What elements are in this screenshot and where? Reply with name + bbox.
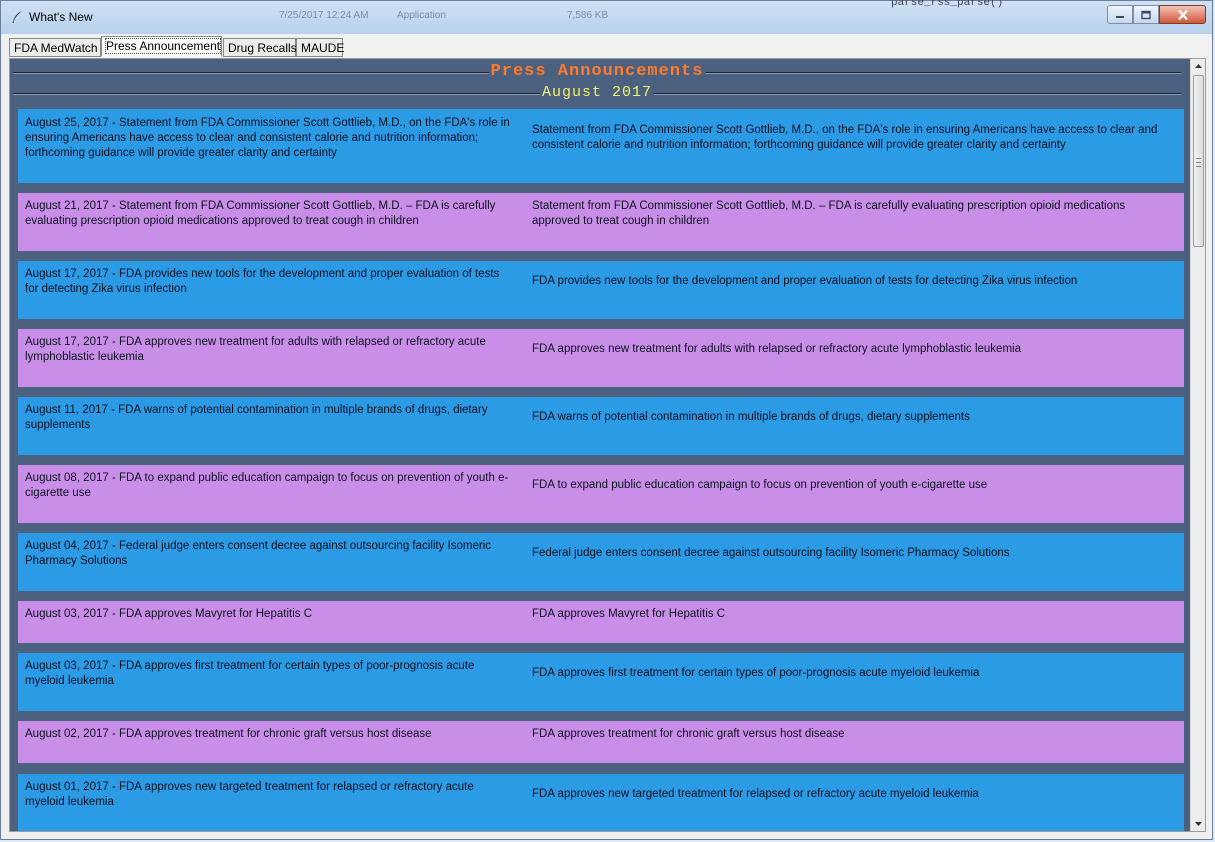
tab-maude[interactable]: MAUDE xyxy=(296,38,345,57)
arrow-up-icon[interactable] xyxy=(1191,59,1206,74)
tab-label: FDA MedWatch xyxy=(14,41,98,55)
announcement-item[interactable]: August 03, 2017 - FDA approves Mavyret f… xyxy=(18,601,1184,643)
announcement-description: FDA approves new treatment for adults wi… xyxy=(532,343,1021,355)
vertical-scrollbar[interactable] xyxy=(1190,59,1205,831)
announcement-item[interactable]: August 17, 2017 - FDA approves new treat… xyxy=(18,329,1184,387)
press-announcements-panel[interactable]: Press Announcements August 2017 August 2… xyxy=(9,58,1206,832)
tab-drug-recalls[interactable]: Drug Recalls xyxy=(223,38,297,57)
maximize-icon xyxy=(1141,10,1151,19)
announcement-date-title: August 11, 2017 - FDA warns of potential… xyxy=(25,404,488,431)
announcement-date-title: August 21, 2017 - Statement from FDA Com… xyxy=(25,200,496,227)
tab-label: Drug Recalls xyxy=(228,41,297,55)
minimize-icon xyxy=(1116,15,1124,18)
announcement-date-title: August 04, 2017 - Federal judge enters c… xyxy=(25,540,492,567)
announcement-item[interactable]: August 03, 2017 - FDA approves first tre… xyxy=(18,653,1184,711)
announcement-date-title: August 08, 2017 - FDA to expand public e… xyxy=(25,472,509,499)
announcement-description: FDA warns of potential contamination in … xyxy=(532,411,970,423)
tab-fda-medwatch[interactable]: FDA MedWatch xyxy=(9,38,101,57)
background-text: 7/25/2017 12:24 AM xyxy=(279,10,369,21)
announcement-item[interactable]: August 11, 2017 - FDA warns of potential… xyxy=(18,397,1184,455)
announcement-date-title: August 03, 2017 - FDA approves Mavyret f… xyxy=(25,608,312,620)
announcement-item[interactable]: August 25, 2017 - Statement from FDA Com… xyxy=(18,109,1184,183)
title-bar[interactable]: What's New 7/25/2017 12:24 AM Applicatio… xyxy=(1,0,1212,34)
announcement-date-title: August 17, 2017 - FDA approves new treat… xyxy=(25,336,486,363)
announcement-item[interactable]: August 02, 2017 - FDA approves treatment… xyxy=(18,721,1184,763)
quill-icon xyxy=(12,11,22,23)
announcement-date-title: August 17, 2017 - FDA provides new tools… xyxy=(25,268,500,295)
tab-label: MAUDE xyxy=(301,41,345,55)
close-button[interactable] xyxy=(1159,5,1206,24)
minimize-button[interactable] xyxy=(1107,5,1133,24)
month-label: August 2017 xyxy=(539,84,655,102)
announcement-description: FDA to expand public education campaign … xyxy=(532,479,988,491)
background-code-text: parse_rss_parse() xyxy=(891,0,1004,9)
background-text: 7,586 KB xyxy=(567,10,609,21)
announcement-description: FDA approves new targeted treatment for … xyxy=(532,788,979,800)
close-icon xyxy=(1177,9,1188,20)
month-heading: August 2017 xyxy=(10,84,1184,102)
maximize-button[interactable] xyxy=(1133,5,1159,24)
announcement-item[interactable]: August 01, 2017 - FDA approves new targe… xyxy=(18,774,1184,831)
announcement-date-title: August 25, 2017 - Statement from FDA Com… xyxy=(25,117,510,159)
tab-press-announcement[interactable]: Press Announcement xyxy=(101,36,222,57)
grip-icon xyxy=(1196,158,1201,167)
section-heading: Press Announcements xyxy=(10,62,1184,82)
arrow-down-icon[interactable] xyxy=(1191,816,1206,831)
page-title: Press Announcements xyxy=(488,62,706,82)
window-title: What's New xyxy=(29,10,93,24)
announcement-description: FDA approves first treatment for certain… xyxy=(532,667,980,679)
announcement-description: FDA approves Mavyret for Hepatitis C xyxy=(532,608,726,620)
announcement-item[interactable]: August 04, 2017 - Federal judge enters c… xyxy=(18,533,1184,591)
scrollbar-thumb[interactable] xyxy=(1193,75,1204,247)
announcement-description: FDA approves treatment for chronic graft… xyxy=(532,728,845,740)
announcement-description: Statement from FDA Commissioner Scott Go… xyxy=(532,124,1158,151)
announcement-description: FDA provides new tools for the developme… xyxy=(532,275,1078,287)
announcement-date-title: August 01, 2017 - FDA approves new targe… xyxy=(25,781,474,808)
announcement-date-title: August 02, 2017 - FDA approves treatment… xyxy=(25,728,432,740)
announcement-date-title: August 03, 2017 - FDA approves first tre… xyxy=(25,660,475,687)
background-text: Application xyxy=(397,10,446,21)
announcement-description: Statement from FDA Commissioner Scott Go… xyxy=(532,200,1126,227)
announcement-item[interactable]: August 08, 2017 - FDA to expand public e… xyxy=(18,465,1184,523)
announcement-item[interactable]: August 17, 2017 - FDA provides new tools… xyxy=(18,261,1184,319)
whats-new-window: What's New 7/25/2017 12:24 AM Applicatio… xyxy=(0,0,1213,840)
announcement-description: Federal judge enters consent decree agai… xyxy=(532,547,1010,559)
tab-label: Press Announcement xyxy=(104,38,222,54)
announcement-item[interactable]: August 21, 2017 - Statement from FDA Com… xyxy=(18,193,1184,251)
